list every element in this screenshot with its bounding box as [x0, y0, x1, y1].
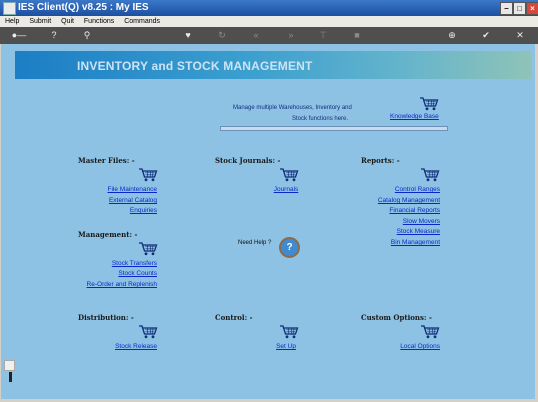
app-icon — [3, 2, 16, 15]
side-panel-handle[interactable] — [9, 372, 12, 382]
link-journals[interactable]: Journals — [256, 186, 316, 193]
heart-icon[interactable]: ♥ — [182, 29, 194, 41]
link-stock-transfers[interactable]: Stock Transfers — [57, 260, 157, 267]
square-icon[interactable]: ■ — [351, 29, 363, 41]
side-panel-tab[interactable] — [4, 360, 15, 371]
window-title: IES Client(Q) v8.25 : My IES — [18, 2, 149, 13]
link-catalog-management[interactable]: Catalog Management — [340, 197, 440, 204]
menu-quit[interactable]: Quit — [61, 18, 74, 25]
management-heading: Management: - — [78, 230, 138, 239]
link-financial-reports[interactable]: Financial Reports — [340, 207, 440, 214]
link-stock-measure[interactable]: Stock Measure — [340, 228, 440, 235]
close-window-button[interactable]: × — [526, 2, 538, 15]
menu-help[interactable]: Help — [5, 18, 19, 25]
key-icon[interactable]: ●— — [8, 29, 30, 41]
knowledge-base-bar — [220, 126, 448, 131]
link-external-catalog[interactable]: External Catalog — [57, 197, 157, 204]
link-re-order-and-replenish[interactable]: Re-Order and Replenish — [57, 281, 157, 288]
fast-forward-icon[interactable]: » — [284, 29, 298, 41]
link-stock-counts[interactable]: Stock Counts — [57, 270, 157, 277]
reports-heading: Reports: - — [361, 156, 400, 165]
link-local-options[interactable]: Local Options — [340, 343, 440, 350]
knowledge-base-cart-icon — [419, 96, 439, 111]
intro-line-2: Stock functions here. — [292, 116, 349, 122]
link-bin-management[interactable]: Bin Management — [340, 239, 440, 246]
menu-commands[interactable]: Commands — [124, 18, 160, 25]
maximize-button[interactable]: □ — [513, 2, 526, 15]
rewind-icon[interactable]: « — [249, 29, 263, 41]
control-heading: Control: - — [215, 313, 253, 322]
stock-journals-cart-icon — [279, 167, 299, 182]
help-icon[interactable]: ? — [48, 29, 60, 41]
stock-journals-heading: Stock Journals: - — [215, 156, 281, 165]
add-icon[interactable]: ⊕ — [446, 29, 458, 41]
refresh-icon[interactable]: ↻ — [216, 29, 228, 41]
intro-line-1: Manage multiple Warehouses, Inventory an… — [233, 105, 352, 111]
search-icon[interactable]: ⚲ — [81, 29, 93, 41]
custom-options-cart-icon — [420, 324, 440, 339]
distribution-cart-icon — [138, 324, 158, 339]
custom-options-heading: Custom Options: - — [361, 313, 432, 322]
menu-bar: Help Submit Quit Functions Commands — [0, 16, 538, 27]
check-icon[interactable]: ✔ — [480, 29, 492, 41]
master-files-cart-icon — [138, 167, 158, 182]
distribution-heading: Distribution: - — [78, 313, 134, 322]
title-bar: IES Client(Q) v8.25 : My IES – □ × — [0, 0, 538, 16]
management-cart-icon — [138, 241, 158, 256]
page-title: INVENTORY and STOCK MANAGEMENT — [77, 59, 313, 73]
stop-icon[interactable]: ⊤ — [317, 29, 329, 41]
toolbar: ●— ? ⚲ ♥ ↻ « » ⊤ ■ ⊕ ✔ ✕ — [0, 27, 538, 44]
link-file-maintenance[interactable]: File Maintenance — [57, 186, 158, 193]
close-icon[interactable]: ✕ — [514, 29, 526, 41]
knowledge-base-link[interactable]: Knowledge Base — [390, 113, 439, 120]
link-set-up[interactable]: Set Up — [256, 343, 316, 350]
page-banner: INVENTORY and STOCK MANAGEMENT — [15, 51, 532, 79]
menu-submit[interactable]: Submit — [29, 18, 51, 25]
main-content: INVENTORY and STOCK MANAGEMENT Manage mu… — [1, 44, 535, 399]
link-control-ranges[interactable]: Control Ranges — [340, 186, 440, 193]
master-files-heading: Master Files: - — [78, 156, 135, 165]
need-help-label: Need Help ? — [238, 240, 272, 246]
control-cart-icon — [279, 324, 299, 339]
reports-cart-icon — [420, 167, 440, 182]
minimize-button[interactable]: – — [500, 2, 513, 15]
link-enquiries[interactable]: Enquiries — [57, 207, 157, 214]
menu-functions[interactable]: Functions — [84, 18, 114, 25]
link-slow-movers[interactable]: Slow Movers — [340, 218, 440, 225]
help-button[interactable]: ? — [279, 237, 300, 258]
link-stock-release[interactable]: Stock Release — [57, 343, 157, 350]
